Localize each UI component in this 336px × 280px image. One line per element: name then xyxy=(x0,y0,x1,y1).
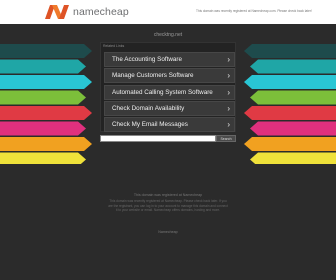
left-band xyxy=(0,121,86,136)
logo-text: namecheap xyxy=(73,6,129,18)
chevron-right-icon: › xyxy=(227,103,230,113)
link-label: Manage Customers Software xyxy=(112,72,194,80)
right-band xyxy=(244,106,336,120)
right-band xyxy=(244,44,336,58)
header-bar: namecheap This domain was recently regis… xyxy=(0,0,336,24)
related-link-calling-system[interactable]: Automated Calling System Software › xyxy=(104,84,235,100)
left-band xyxy=(0,59,86,74)
right-band xyxy=(244,75,336,89)
related-links-list: The Accounting Software › Manage Custome… xyxy=(104,52,235,133)
namecheap-n-icon xyxy=(45,5,69,19)
right-band xyxy=(250,121,336,136)
panel-label: Related Links xyxy=(103,44,125,48)
related-links-panel: Related Links The Accounting Software › … xyxy=(100,42,236,133)
related-link-domain-availability[interactable]: Check Domain Availability › xyxy=(104,100,235,116)
right-band xyxy=(244,137,336,151)
chevron-right-icon: › xyxy=(227,55,230,64)
footer-text: This domain was recently registered at N… xyxy=(108,199,228,213)
left-band xyxy=(0,90,86,105)
search-bar: Search xyxy=(100,135,236,142)
chevron-right-icon: › xyxy=(227,71,230,81)
registration-notice: This domain was recently registered at N… xyxy=(196,9,312,13)
right-band xyxy=(250,90,336,105)
left-band xyxy=(0,106,92,120)
left-band xyxy=(0,137,92,151)
related-link-email-messages[interactable]: Check My Email Messages › xyxy=(104,117,235,133)
link-label: Check My Email Messages xyxy=(112,121,188,129)
link-label: Check Domain Availability xyxy=(112,104,185,112)
search-input[interactable] xyxy=(100,135,216,142)
link-label: Automated Calling System Software xyxy=(112,88,213,96)
chevron-right-icon: › xyxy=(227,120,230,130)
related-link-manage-customers[interactable]: Manage Customers Software › xyxy=(104,68,235,84)
footer-link[interactable]: Namecheap xyxy=(0,230,336,234)
footer-heading: This domain was registered at Namecheap xyxy=(133,193,203,197)
related-link-accounting-software[interactable]: The Accounting Software › xyxy=(104,52,235,67)
left-band xyxy=(0,75,92,89)
search-button[interactable]: Search xyxy=(216,135,236,142)
right-band xyxy=(250,59,336,74)
left-band xyxy=(0,44,92,58)
link-label: The Accounting Software xyxy=(112,56,183,63)
right-band xyxy=(250,152,336,164)
left-band xyxy=(0,152,86,164)
chevron-right-icon: › xyxy=(227,87,230,97)
namecheap-logo[interactable]: namecheap xyxy=(44,3,129,21)
domain-title: checktng.net xyxy=(153,32,183,38)
